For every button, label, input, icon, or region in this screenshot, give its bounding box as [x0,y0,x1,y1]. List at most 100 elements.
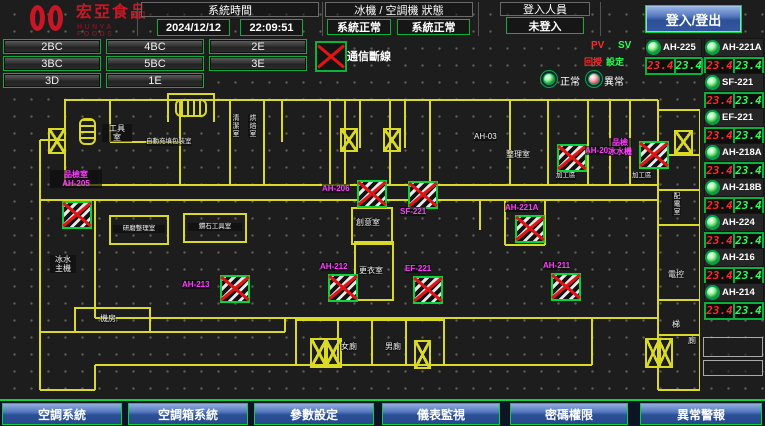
unit-name-row: AH-225 [645,38,702,57]
unit-label: AH-225 [663,42,696,53]
room-label: 整理室 [506,150,530,159]
ahu-equipment-icon[interactable] [357,180,387,208]
room-label: 工具 室 [102,124,132,142]
comm-fail-label: 通信斷線 [347,48,391,64]
room-label: 清潔室 [231,114,240,138]
equipment-label: AH-213 [182,280,210,289]
sv-value: 23.4 [734,303,763,319]
shaft-icon [383,128,401,152]
status-lamp-icon [706,216,719,229]
room-label: 研磨整理室 [113,225,165,233]
sv-value: 23.4 [734,163,763,179]
unit-row[interactable]: AH-218B 23.4 23.4 [704,178,764,215]
shaft-icon [340,128,358,152]
room-label: 男廁 [385,342,401,351]
pv-value: 23.4 [646,58,675,74]
divider [478,2,479,36]
equipment-label: AH-221A [505,203,538,212]
status-lamp-icon [706,146,719,159]
date-value: 2024/12/12 [157,19,230,36]
nav-password-button[interactable]: 密碼權限 [510,403,628,425]
shaft-icon [657,338,673,368]
ahu-equipment-icon[interactable] [551,273,581,301]
ahu-equipment-icon[interactable] [413,276,443,304]
room-label: 加工區 [632,172,652,180]
unit-row[interactable]: AH-224 23.4 23.4 [704,213,764,250]
hmi-screen: 宏亞食品 HUNYA FOODS 系統時間 2024/12/12 22:09:5… [0,0,765,426]
room-label: 更衣室 [359,266,383,275]
ahu-equipment-icon[interactable] [328,274,358,302]
floor-button-3e[interactable]: 3E [209,56,307,71]
unit-label: AH-214 [722,287,755,298]
unit-label: AH-216 [722,252,755,263]
sv-value: 23.4 [734,198,763,214]
machine-status-label: 冰機 / 空調機 狀態 [325,2,473,17]
pv-value: 23.4 [705,198,734,214]
nav-parameter-button[interactable]: 參數設定 [254,403,374,425]
spare-slot [703,337,763,357]
unit-name-row: AH-221A [704,38,764,57]
status-lamp-icon [706,251,719,264]
login-state: 未登入 [506,17,584,34]
unit-label: AH-218A [722,147,762,158]
sv-value: 23.4 [734,128,763,144]
pv-value: 23.4 [705,128,734,144]
unit-row[interactable]: AH-216 23.4 23.4 [704,248,764,285]
floor-button-2e[interactable]: 2E [209,39,307,54]
sv-value: 23.4 [734,268,763,284]
unit-row[interactable]: AH-221A 23.4 23.4 [704,38,764,75]
unit-row[interactable]: AH-214 23.4 23.4 [704,283,764,320]
unit-values: 23.4 23.4 [645,57,702,75]
sv-sub-label: 設定 [606,55,624,68]
shaft-icon [324,338,342,368]
nav-meter-button[interactable]: 儀表監視 [382,403,500,425]
sv-value: 23.4 [675,58,704,74]
pv-value: 23.4 [705,58,734,74]
ahu-equipment-icon[interactable] [408,181,438,209]
ahu-equipment-icon[interactable] [515,215,545,243]
equipment-label: AH-206 [322,184,350,193]
equipment-label: AH-211 [543,261,570,270]
room-label: 冰水 主機 [50,255,76,273]
ahu-equipment-icon[interactable] [220,275,250,303]
nav-alarm-button[interactable]: 異常警報 [640,403,762,425]
unit-row[interactable]: AH-225 23.4 23.4 [645,38,702,75]
shaft-icon [414,340,431,369]
unit-name-row: AH-216 [704,248,764,267]
room-label: 配電室 [672,192,681,216]
floor-button-3d[interactable]: 3D [3,73,101,88]
logo-icon [30,5,45,31]
unit-values: 23.4 23.4 [704,302,764,320]
spare-slot [703,360,763,376]
brand-subtitle: HUNYA FOODS [77,24,154,38]
room-label: 女廁 [341,342,357,351]
abnormal-lamp-icon [588,73,600,85]
sv-value: 23.4 [734,93,763,109]
unit-row[interactable]: AH-218A 23.4 23.4 [704,143,764,180]
room-label: 鑽石工具室 [188,223,242,231]
floor-button-2bc[interactable]: 2BC [3,39,101,54]
nav-ahu-system-button[interactable]: 空調箱系統 [128,403,248,425]
floor-button-1e[interactable]: 1E [106,73,204,88]
ahu-equipment-icon[interactable] [62,201,92,229]
floor-button-5bc[interactable]: 5BC [106,56,204,71]
floor-button-4bc[interactable]: 4BC [106,39,204,54]
bottom-nav: 空調系統 空調箱系統 參數設定 儀表監視 密碼權限 異常警報 [0,399,765,426]
unit-name-row: SF-221 [704,73,764,92]
room-label: 廁 [688,336,696,345]
unit-row[interactable]: EF-221 23.4 23.4 [704,108,764,145]
ahu-equipment-icon[interactable] [557,144,587,172]
pv-value: 23.4 [705,303,734,319]
floorplan: 品檢室 AH-205 AH-213 AH-206 SF-221 AH-212 E… [0,90,700,400]
unit-row[interactable]: SF-221 23.4 23.4 [704,73,764,110]
nav-ac-system-button[interactable]: 空調系統 [2,403,122,425]
ahu-status: 系統正常 [397,19,470,35]
divider [137,2,138,36]
login-logout-button[interactable]: 登入/登出 [645,5,742,33]
sv-header-label: SV [618,40,631,51]
ahu-equipment-icon[interactable] [639,141,669,169]
unit-label: SF-221 [722,77,753,88]
floor-button-3bc[interactable]: 3BC [3,56,101,71]
room-label: 烘焙室 [248,114,257,138]
unit-label: AH-221A [722,42,762,53]
